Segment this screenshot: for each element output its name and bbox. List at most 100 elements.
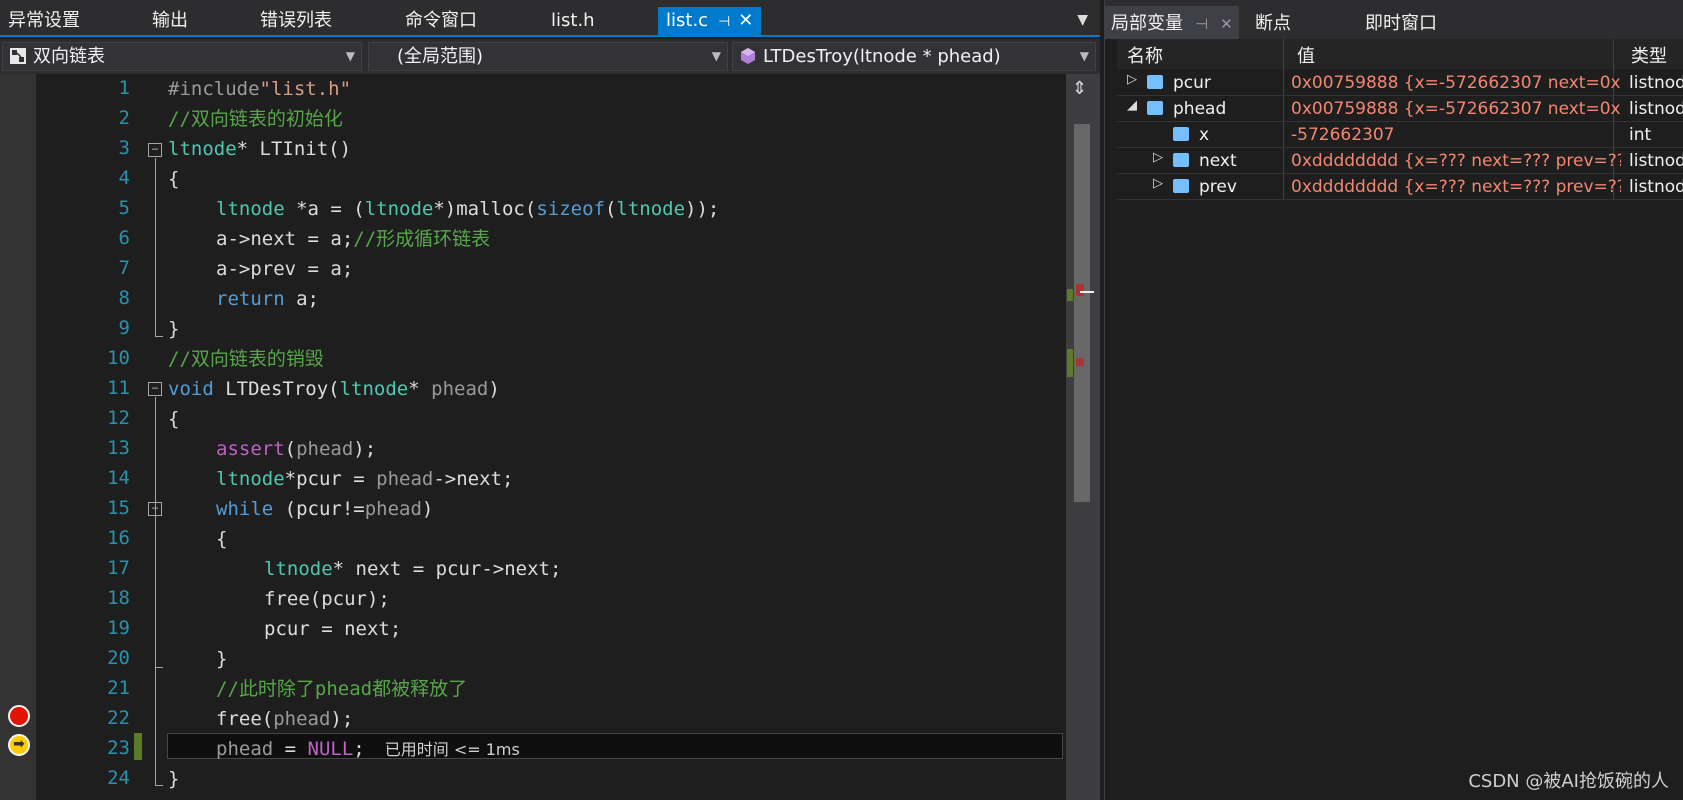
line-number: 5 xyxy=(118,197,130,219)
variable-value[interactable]: -572662307 xyxy=(1291,125,1621,145)
pin-icon[interactable]: ⊣ xyxy=(1195,15,1208,33)
tab-list-c-label: list.c xyxy=(666,10,709,31)
tab-error-list[interactable]: 错误列表 xyxy=(260,7,332,35)
chevron-down-icon: ▼ xyxy=(711,49,721,63)
variable-name: pcur xyxy=(1173,73,1211,93)
change-marker xyxy=(1067,289,1073,301)
tab-list-h[interactable]: list.h xyxy=(551,7,595,35)
variable-type: int xyxy=(1629,125,1652,145)
variable-value[interactable]: 0x00759888 {x=-572662307 next=0xdddddddd… xyxy=(1291,73,1621,93)
variable-value[interactable]: 0xdddddddd {x=??? next=??? prev=??? } xyxy=(1291,151,1621,171)
tab-locals[interactable]: 局部变量 ⊣ ✕ xyxy=(1105,6,1239,39)
line-number: 15 xyxy=(107,497,130,519)
line-number: 22 xyxy=(107,707,130,729)
code-line: } xyxy=(168,768,180,790)
line-number: 2 xyxy=(118,107,130,129)
line-number: 17 xyxy=(107,557,130,579)
code-line: { xyxy=(168,408,180,430)
line-number: 12 xyxy=(107,407,130,429)
tab-command-window[interactable]: 命令窗口 xyxy=(405,7,477,35)
tab-exception-settings[interactable]: 异常设置 xyxy=(8,7,80,35)
line-number: 3 xyxy=(118,137,130,159)
tab-overflow-chevron-icon[interactable]: ▼ xyxy=(1077,12,1088,28)
line-number: 10 xyxy=(107,347,130,369)
line-number: 24 xyxy=(107,767,130,789)
variable-cube-icon xyxy=(1173,153,1189,167)
variable-name: x xyxy=(1199,125,1210,145)
variable-value[interactable]: 0xdddddddd {x=??? next=??? prev=??? } xyxy=(1291,177,1621,197)
caret-marker xyxy=(1080,291,1094,293)
scope-dropdown[interactable]: (全局范围) ▼ xyxy=(368,42,728,71)
variable-name: next xyxy=(1199,151,1237,171)
column-header-value[interactable]: 值 xyxy=(1297,42,1315,68)
close-icon[interactable]: ✕ xyxy=(738,10,753,31)
locals-row-x[interactable]: x -572662307 int xyxy=(1117,122,1683,148)
project-dropdown-label: 双向链表 xyxy=(33,46,105,67)
chevron-down-icon: ▼ xyxy=(1079,49,1089,63)
expand-triangle-icon[interactable]: ▷ xyxy=(1153,150,1163,165)
project-dropdown[interactable]: 双向链表 ▼ xyxy=(2,42,362,71)
expand-triangle-icon[interactable]: ▷ xyxy=(1153,176,1163,191)
code-line: { xyxy=(216,528,228,550)
code-line: return a; xyxy=(216,288,319,310)
line-number: 4 xyxy=(118,167,130,189)
member-dropdown-label: LTDesTroy(ltnode * phead) xyxy=(763,46,1001,67)
vertical-scrollbar[interactable]: ⇕ xyxy=(1066,74,1100,800)
tab-output[interactable]: 输出 xyxy=(152,7,188,35)
close-icon[interactable]: ✕ xyxy=(1220,15,1233,33)
locals-row-phead[interactable]: ◢ phead 0x00759888 {x=-572662307 next=0x… xyxy=(1117,96,1683,122)
scrollbar-thumb[interactable] xyxy=(1074,124,1090,502)
chevron-down-icon: ▼ xyxy=(345,49,355,63)
variable-type: listnode * xyxy=(1629,177,1683,197)
locals-row-pcur[interactable]: ▷ pcur 0x00759888 {x=-572662307 next=0xd… xyxy=(1117,70,1683,96)
variable-cube-icon xyxy=(1173,179,1189,193)
method-cube-icon xyxy=(741,48,755,64)
code-line: } xyxy=(168,318,180,340)
line-number: 21 xyxy=(107,677,130,699)
breakpoint-icon[interactable] xyxy=(8,705,30,727)
line-number: 14 xyxy=(107,467,130,489)
line-number: 23 xyxy=(107,737,130,759)
locals-row-next[interactable]: ▷ next 0xdddddddd {x=??? next=??? prev=?… xyxy=(1117,148,1683,174)
code-line: //此时除了phead都被释放了 xyxy=(216,678,468,700)
variable-value[interactable]: 0x00759888 {x=-572662307 next=0xdddddddd… xyxy=(1291,99,1621,119)
variable-type: listnode * xyxy=(1629,151,1683,171)
locals-row-prev[interactable]: ▷ prev 0xdddddddd {x=??? next=??? prev=?… xyxy=(1117,174,1683,200)
line-number: 7 xyxy=(118,257,130,279)
expand-triangle-icon[interactable]: ▷ xyxy=(1127,72,1137,87)
column-header-type[interactable]: 类型 xyxy=(1631,42,1667,68)
indicator-margin[interactable] xyxy=(0,74,36,800)
code-line-current: phead = NULL; 已用时间 <= 1ms xyxy=(216,738,520,760)
code-line: pcur = next; xyxy=(264,618,402,640)
perf-tip-elapsed-time[interactable]: 已用时间 <= 1ms xyxy=(385,740,520,759)
line-number: 19 xyxy=(107,617,130,639)
line-number: 20 xyxy=(107,647,130,669)
line-number: 13 xyxy=(107,437,130,459)
code-line: assert(phead); xyxy=(216,438,377,460)
column-header-name[interactable]: 名称 xyxy=(1127,42,1163,68)
code-line: void LTDesTroy(ltnode* phead) xyxy=(168,378,500,400)
code-editor[interactable]: #include"list.h" //双向链表的初始化 ltnode* LTIn… xyxy=(150,74,1070,800)
code-line: a->next = a;//形成循环链表 xyxy=(216,228,491,250)
code-line: { xyxy=(168,168,180,190)
pin-icon[interactable]: ⊣ xyxy=(718,14,730,30)
split-window-icon[interactable]: ⇕ xyxy=(1072,78,1087,99)
instruction-pointer-arrow-icon[interactable]: ➡ xyxy=(8,734,30,756)
variable-cube-icon xyxy=(1173,127,1189,141)
member-dropdown[interactable]: LTDesTroy(ltnode * phead) ▼ xyxy=(732,42,1096,71)
tab-immediate-window[interactable]: 即时窗口 xyxy=(1365,9,1437,35)
editor-pane: 异常设置 输出 错误列表 命令窗口 list.h list.c ⊣ ✕ ▼ 双向链表… xyxy=(0,0,1100,800)
tab-list-c[interactable]: list.c ⊣ ✕ xyxy=(658,7,762,37)
line-number: 16 xyxy=(107,527,130,549)
variable-name: phead xyxy=(1173,99,1227,119)
code-line: ltnode*pcur = phead->next; xyxy=(216,468,514,490)
tab-breakpoints[interactable]: 断点 xyxy=(1255,9,1291,35)
collapse-triangle-icon[interactable]: ◢ xyxy=(1127,98,1137,113)
line-number: 8 xyxy=(118,287,130,309)
breakpoint-marker xyxy=(1076,358,1084,366)
change-marker xyxy=(1067,349,1073,377)
code-line: free(pcur); xyxy=(264,588,390,610)
tab-locals-label: 局部变量 xyxy=(1111,13,1183,34)
code-line: free(phead); xyxy=(216,708,354,730)
code-line: ltnode* LTInit() xyxy=(168,138,352,160)
